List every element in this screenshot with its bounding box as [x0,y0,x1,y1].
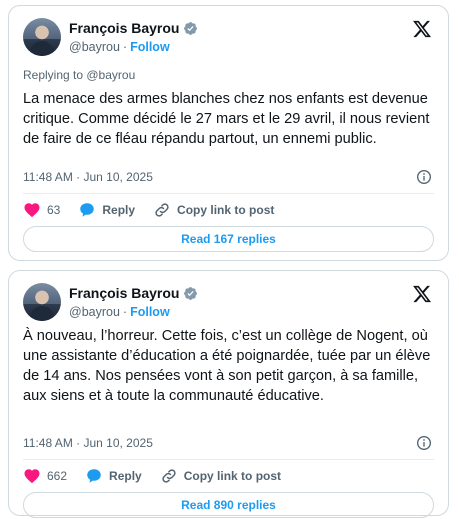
action-bar: 662 Reply Copy link to post [23,466,281,486]
like-count: 662 [47,469,68,483]
separator: · [122,40,128,54]
handle-row: @bayrou · Follow [69,304,170,320]
divider [23,193,434,194]
timestamp[interactable]: 11:48 AM · Jun 10, 2025 [23,170,153,185]
like-count: 63 [47,203,61,217]
divider [23,459,434,460]
avatar[interactable] [23,18,61,56]
follow-button[interactable]: Follow [130,40,170,54]
x-logo-icon[interactable] [412,19,432,39]
separator: · [122,305,128,319]
like-button[interactable]: 63 [23,201,60,219]
verified-badge-icon [184,22,198,35]
tweet-text: La menace des armes blanches chez nos en… [23,91,430,147]
copy-link-button[interactable]: Copy link to post [153,201,274,219]
read-replies-button[interactable]: Read 167 replies [23,226,434,252]
info-icon[interactable] [416,169,432,185]
copy-link-label: Copy link to post [183,469,282,483]
heart-icon [24,203,40,218]
reply-button[interactable]: Reply [78,201,135,219]
reply-button[interactable]: Reply [85,467,142,485]
author-name-text[interactable]: François Bayrou [69,20,179,37]
like-button[interactable]: 662 [23,467,67,485]
author-name[interactable]: François Bayrou [69,285,198,302]
copy-link-button[interactable]: Copy link to post [160,467,281,485]
reply-label: Reply [109,469,142,483]
copy-link-label: Copy link to post [177,203,275,217]
tweet-text: À nouveau, l’horreur. Cette fois, c’est … [23,328,431,404]
avatar[interactable] [23,283,61,321]
read-replies-button[interactable]: Read 890 replies [23,492,434,518]
author-name[interactable]: François Bayrou [69,20,198,37]
reply-label: Reply [102,203,136,217]
author-name-text[interactable]: François Bayrou [69,285,179,302]
handle[interactable]: @bayrou [69,40,120,54]
reply-bubble-icon [80,203,95,217]
reply-bubble-icon [87,469,101,483]
action-bar: 63 Reply Copy link to post [23,200,274,220]
replying-to: Replying to @bayrou [23,68,136,82]
timestamp[interactable]: 11:48 AM · Jun 10, 2025 [23,436,153,451]
link-icon [162,469,176,483]
follow-button[interactable]: Follow [130,305,170,319]
info-icon[interactable] [416,435,432,451]
link-icon [155,203,169,217]
x-logo-icon[interactable] [412,284,432,304]
handle[interactable]: @bayrou [69,305,120,319]
tweet-card[interactable]: François Bayrou @bayrou · Follow À nouveau… [8,270,449,518]
tweet-card[interactable]: François Bayrou @bayrou · Follow Replying … [8,5,449,261]
verified-badge-icon [184,287,198,300]
handle-row: @bayrou · Follow [69,39,170,55]
heart-icon [24,469,40,484]
